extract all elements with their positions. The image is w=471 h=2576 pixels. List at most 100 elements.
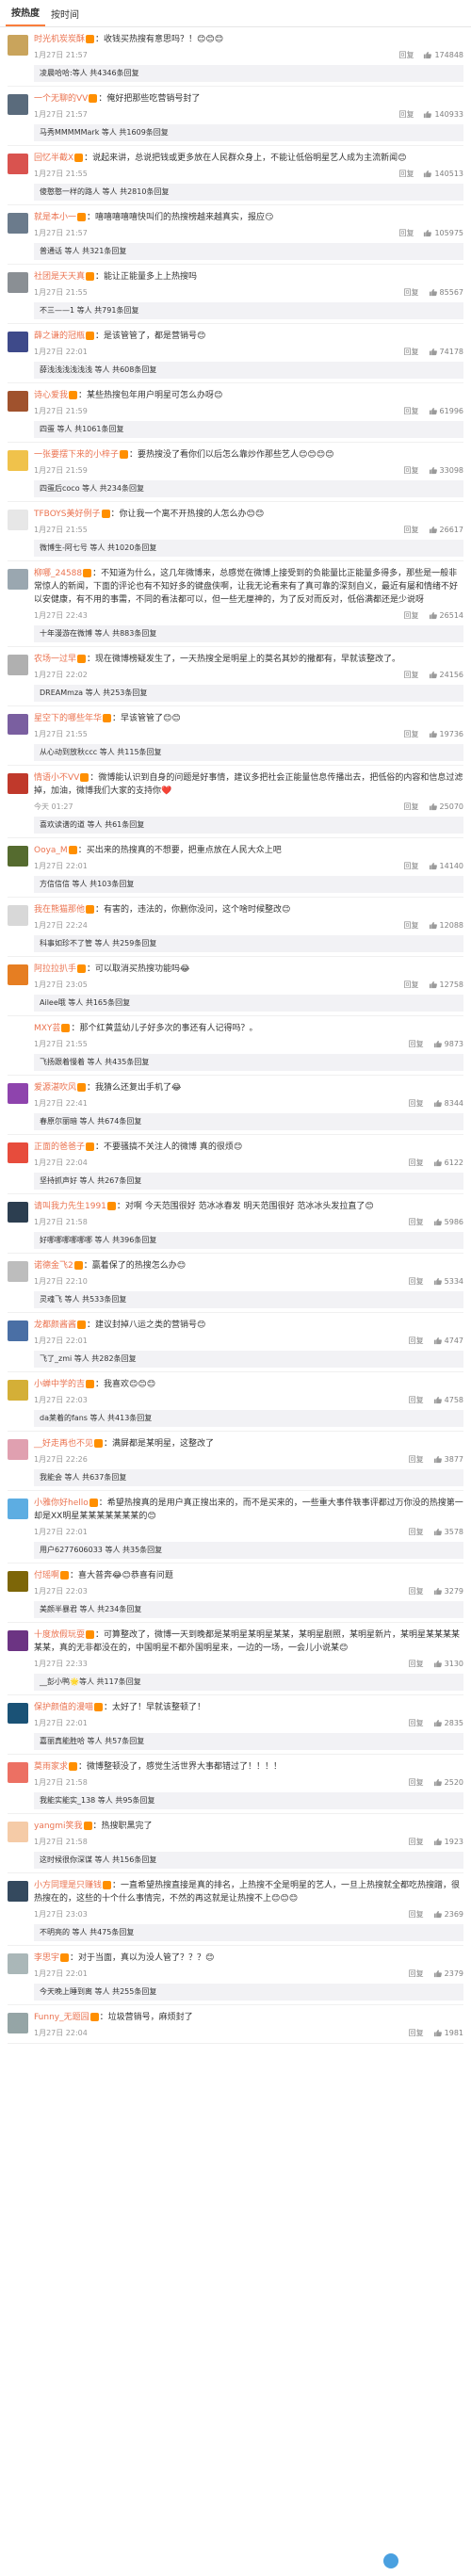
reply-button[interactable]: 回复 [409,2028,424,2038]
comment-username[interactable]: 小方同理是只赚钱 [34,1881,102,1890]
like-count[interactable]: 12758 [440,980,463,989]
like-count[interactable]: 140933 [434,110,463,119]
avatar[interactable] [8,1499,28,1519]
reply-summary[interactable]: 马秀MMMMMark 等人 共1609条回复 [34,124,463,141]
like-count[interactable]: 4758 [445,1396,463,1404]
thumbs-up-icon[interactable] [433,1719,442,1727]
comment-username[interactable]: 请叫我力先生1991 [34,1202,106,1211]
like-count[interactable]: 6122 [445,1158,463,1167]
avatar[interactable] [8,773,28,794]
thumbs-up-icon[interactable] [429,671,437,679]
reply-summary[interactable]: __彭小鸭🌟等人 共117条回复 [34,1674,463,1691]
like-count[interactable]: 5334 [445,1277,463,1286]
avatar[interactable] [8,450,28,471]
reply-button[interactable]: 回复 [409,1039,424,1049]
like-count[interactable]: 19736 [440,730,463,738]
thumbs-up-icon[interactable] [429,730,437,738]
thumbs-up-icon[interactable] [429,862,437,870]
reply-button[interactable]: 回复 [409,1718,424,1728]
reply-button[interactable]: 回复 [409,1336,424,1346]
reply-summary[interactable]: 飞扬跟着慢着 等人 共435条回复 [34,1054,463,1071]
like-count[interactable]: 1923 [445,1838,463,1846]
reply-summary[interactable]: 嘉丽真能胜哈 等人 共57条回复 [34,1733,463,1750]
avatar[interactable] [8,1320,28,1341]
like-count[interactable]: 12088 [440,921,463,930]
thumbs-up-icon[interactable] [429,980,437,989]
comment-username[interactable]: 十度放假玩耍 [34,1630,85,1640]
thumbs-up-icon[interactable] [423,170,432,178]
thumbs-up-icon[interactable] [429,407,437,415]
reply-summary[interactable]: 从心动到放秋ccc 等人 共115条回复 [34,744,463,761]
tab-by-hot[interactable]: 按热度 [6,5,45,26]
thumbs-up-icon[interactable] [433,1455,442,1464]
reply-button[interactable]: 回复 [409,1659,424,1669]
reply-summary[interactable]: 科事如珍不了管 等人 共259条回复 [34,935,463,952]
reply-summary[interactable]: 方信信信 等人 共103条回复 [34,876,463,893]
tab-by-time[interactable]: 按时间 [45,7,85,26]
like-count[interactable]: 85567 [440,288,463,297]
reply-button[interactable]: 回复 [409,1777,424,1788]
reply-button[interactable]: 回复 [409,1276,424,1287]
like-count[interactable]: 140513 [434,170,463,178]
reply-button[interactable]: 回复 [398,228,414,238]
avatar[interactable] [8,213,28,234]
reply-summary[interactable]: da莱着的fans 等人 共413条回复 [34,1410,463,1427]
reply-button[interactable]: 回复 [398,169,414,179]
avatar[interactable] [8,1024,28,1045]
comment-username[interactable]: 李思宇 [34,1953,59,1963]
comment-username[interactable]: yangmi笑我 [34,1822,83,1831]
reply-summary[interactable]: 飞了_zmi 等人 共282条回复 [34,1351,463,1368]
like-count[interactable]: 4747 [445,1337,463,1345]
avatar[interactable] [8,1881,28,1902]
comment-username[interactable]: 爱源湛吹风 [34,1083,76,1093]
reply-button[interactable]: 回复 [409,1586,424,1596]
like-count[interactable]: 61996 [440,407,463,415]
like-count[interactable]: 174848 [434,51,463,59]
thumbs-up-icon[interactable] [429,348,437,356]
reply-button[interactable]: 回复 [409,1395,424,1405]
avatar[interactable] [8,569,28,590]
like-count[interactable]: 3578 [445,1528,463,1536]
thumbs-up-icon[interactable] [423,110,432,119]
like-count[interactable]: 2369 [445,1910,463,1919]
reply-button[interactable]: 回复 [409,1837,424,1847]
reply-button[interactable]: 回复 [404,406,419,416]
reply-button[interactable]: 回复 [404,347,419,357]
comment-username[interactable]: TFBOYS美好例子 [34,510,101,519]
reply-button[interactable]: 回复 [404,802,419,812]
thumbs-up-icon[interactable] [433,1528,442,1536]
comment-username[interactable]: 时光机炭炭酥 [34,35,85,44]
avatar[interactable] [8,1083,28,1104]
reply-summary[interactable]: 不三——1 等人 共791条回复 [34,302,463,319]
comment-username[interactable]: 一张要摆下来的小梓子 [34,450,119,460]
comment-username[interactable]: 柳哪_24588 [34,569,82,578]
like-count[interactable]: 8344 [445,1099,463,1108]
reply-button[interactable]: 回复 [409,1454,424,1465]
reply-button[interactable]: 回复 [409,1158,424,1168]
reply-button[interactable]: 回复 [404,465,419,476]
avatar[interactable] [8,1630,28,1651]
comment-username[interactable]: 我在熊猫那他 [34,905,85,915]
reply-button[interactable]: 回复 [409,1098,424,1109]
avatar[interactable] [8,1703,28,1724]
comment-username[interactable]: 小蝉中学的吉 [34,1380,85,1389]
avatar[interactable] [8,1142,28,1163]
reply-summary[interactable]: DREAMmza 等人 共253条回复 [34,685,463,702]
reply-button[interactable]: 回复 [404,610,419,621]
avatar[interactable] [8,1439,28,1460]
thumbs-up-icon[interactable] [433,1838,442,1846]
avatar[interactable] [8,1261,28,1282]
like-count[interactable]: 9873 [445,1040,463,1048]
thumbs-up-icon[interactable] [433,1396,442,1404]
avatar[interactable] [8,1822,28,1842]
like-count[interactable]: 33098 [440,466,463,475]
thumbs-up-icon[interactable] [433,1910,442,1919]
avatar[interactable] [8,1762,28,1783]
avatar[interactable] [8,1571,28,1592]
comment-username[interactable]: 情语小不VV [34,773,79,783]
avatar[interactable] [8,510,28,530]
thumbs-up-icon[interactable] [429,466,437,475]
like-count[interactable]: 25070 [440,802,463,811]
reply-summary[interactable]: 喜欢读谱的道 等人 共61条回复 [34,817,463,834]
comment-username[interactable]: 一个无聊的VV [34,94,88,104]
